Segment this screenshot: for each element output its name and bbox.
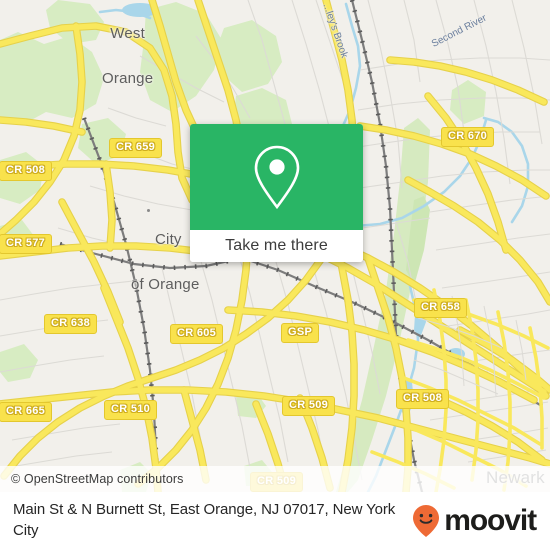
shield-cr-670[interactable]: CR 670 [441,127,495,147]
shield-cr-508-east[interactable]: CR 508 [396,389,450,409]
shield-cr-605[interactable]: CR 605 [170,324,224,344]
shield-cr-577[interactable]: CR 577 [0,234,53,254]
attribution-text[interactable]: © OpenStreetMap contributors [0,472,184,486]
shield-gsp[interactable]: GSP [281,323,320,343]
shield-cr-658[interactable]: CR 658 [414,298,468,318]
bottom-info-bar: Main St & N Burnett St, East Orange, NJ … [0,492,550,550]
moovit-brand[interactable]: moovit [411,504,537,538]
place-dot-city-of-orange [146,208,151,213]
map-pin-icon [254,145,299,210]
shield-cr-638[interactable]: CR 638 [44,314,98,334]
moovit-wordmark: moovit [444,504,537,537]
popup-header [190,124,363,230]
take-me-there-label: Take me there [225,237,328,254]
map-attribution: © OpenStreetMap contributors [0,466,550,492]
address-text: Main St & N Burnett St, East Orange, NJ … [13,501,396,539]
shield-cr-510[interactable]: CR 510 [104,400,158,420]
shield-cr-659[interactable]: CR 659 [109,138,163,158]
shield-cr-508-west[interactable]: CR 508 [0,161,53,181]
shield-cr-665[interactable]: CR 665 [0,402,53,422]
moovit-pin-smiley-icon [413,505,440,537]
destination-popup-card[interactable]: Take me there [190,124,363,262]
map-screen: West Orange City of Orange Newark ...ley… [0,0,550,550]
take-me-there-button[interactable]: Take me there [190,230,363,262]
shield-cr-509-mid[interactable]: CR 509 [282,396,336,416]
